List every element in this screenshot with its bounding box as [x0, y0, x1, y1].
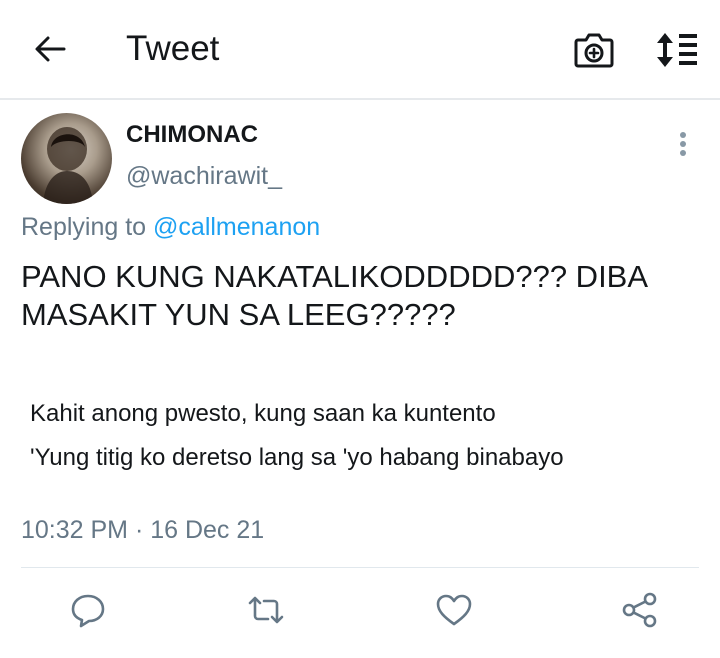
like-icon	[434, 590, 474, 630]
share-button[interactable]	[620, 590, 660, 630]
like-button[interactable]	[434, 590, 474, 630]
display-name[interactable]: CHIMONAC	[126, 120, 258, 150]
tweet-text: PANO KUNG NAKATALIKODDDDD??? DIBA MASAKI…	[21, 259, 647, 332]
lyric-line: Kahit anong pwesto, kung saan ka kuntent…	[30, 400, 496, 427]
user-handle[interactable]: @wachirawit_	[126, 160, 282, 192]
avatar[interactable]	[21, 113, 112, 204]
replying-to: Replying to @callmenanon	[21, 211, 320, 243]
tweet-timestamp: 10:32 PM · 16 Dec 21	[21, 516, 265, 544]
reply-button[interactable]	[68, 590, 108, 630]
share-icon	[620, 590, 660, 630]
replying-to-handle-link[interactable]: @callmenanon	[153, 213, 320, 241]
sort-list-icon	[653, 30, 701, 70]
page-title: Tweet	[126, 29, 220, 68]
more-options-button[interactable]	[668, 128, 698, 160]
back-button[interactable]	[28, 27, 72, 71]
divider	[21, 567, 699, 568]
retweet-icon	[246, 590, 286, 630]
camera-plus-icon	[573, 30, 615, 70]
top-app-bar: Tweet	[0, 0, 720, 100]
retweet-button[interactable]	[246, 590, 286, 630]
lyric-line: 'Yung titig ko deretso lang sa 'yo haban…	[30, 444, 564, 471]
replying-label: Replying to	[21, 213, 147, 241]
camera-button[interactable]	[573, 30, 615, 70]
sort-button[interactable]	[653, 30, 701, 70]
more-vertical-icon	[668, 128, 698, 160]
reply-icon	[68, 590, 108, 630]
arrow-left-icon	[28, 27, 72, 71]
